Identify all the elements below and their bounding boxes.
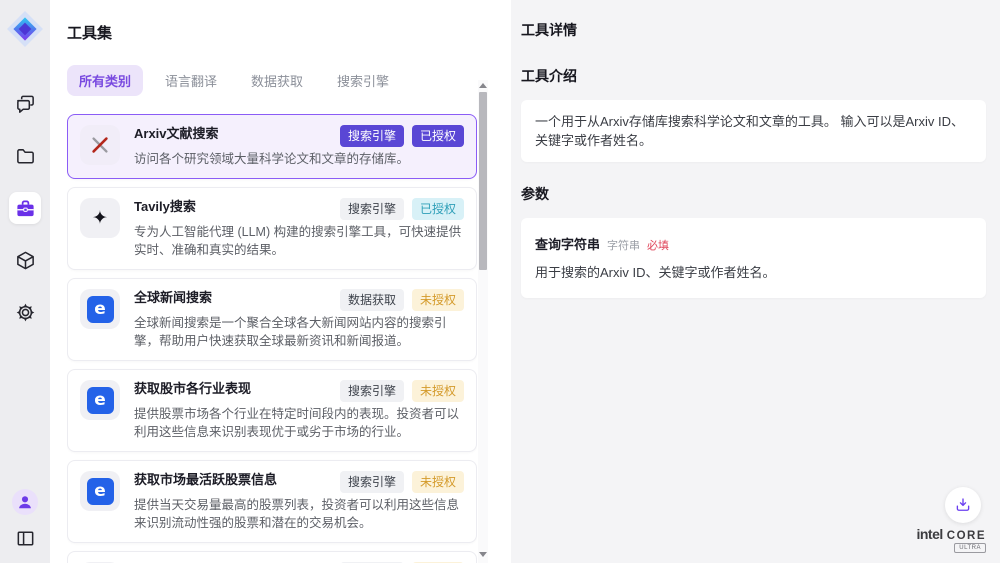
chat-icon[interactable] xyxy=(9,88,41,120)
gear-icon[interactable] xyxy=(9,296,41,328)
tool-card[interactable]: Arxiv文献搜索 搜索引擎已授权访问各个研究领域大量科学论文和文章的存储库。 xyxy=(67,114,477,179)
tool-description: 访问各个研究领域大量科学论文和文章的存储库。 xyxy=(134,150,464,168)
tool-icon-tile: e xyxy=(80,380,120,420)
brand-ultra-badge: Ultra xyxy=(954,543,986,553)
param-type: 字符串 xyxy=(607,237,640,253)
param-description: 用于搜索的Arxiv ID、关键字或作者姓名。 xyxy=(535,263,972,282)
intro-heading: 工具介绍 xyxy=(521,66,986,86)
diamond-logo-icon[interactable] xyxy=(6,10,44,48)
cube-icon[interactable] xyxy=(9,244,41,276)
tool-title: 全球新闻搜索 xyxy=(134,289,212,307)
tool-icon-tile: ✦ xyxy=(80,198,120,238)
category-tabs: 所有类别语言翻译数据获取搜索引擎 xyxy=(67,65,503,96)
scrollbar-thumb[interactable] xyxy=(479,92,487,270)
params-heading: 参数 xyxy=(521,184,986,204)
page-title: 工具集 xyxy=(67,22,503,43)
tool-card[interactable]: e 获取市场最活跃股票信息 搜索引擎未授权提供当天交易量最高的股票列表，投资者可以利… xyxy=(67,460,477,543)
tool-title: 获取市场最活跃股票信息 xyxy=(134,471,277,489)
tool-card[interactable]: 万维地区新闻查询搜索引擎未授权查询具体行政区划内的新闻，快速了解各地新闻动 xyxy=(67,551,477,563)
category-badge: 搜索引擎 xyxy=(340,380,404,402)
app-window: 工具集 所有类别语言翻译数据获取搜索引擎 Arxiv文献搜索搜索引擎已授权访问各… xyxy=(0,0,1000,563)
news-e-icon: e xyxy=(87,387,114,414)
toolset-panel: 工具集 所有类别语言翻译数据获取搜索引擎 Arxiv文献搜索搜索引擎已授权访问各… xyxy=(50,0,503,563)
brand-core-text: core xyxy=(947,530,986,542)
left-icon-rail xyxy=(0,0,50,563)
auth-status-badge: 未授权 xyxy=(412,380,464,402)
param-required-badge: 必填 xyxy=(647,237,669,253)
news-e-icon: e xyxy=(87,478,114,505)
auth-status-badge: 已授权 xyxy=(412,125,464,147)
category-badge: 搜索引擎 xyxy=(340,471,404,493)
tool-card-list: Arxiv文献搜索搜索引擎已授权访问各个研究领域大量科学论文和文章的存储库。✦T… xyxy=(67,114,477,563)
brand-intel-text: intel xyxy=(916,526,942,542)
tool-detail-panel: 工具详情 工具介绍 一个用于从Arxiv存储库搜索科学论文和文章的工具。 输入可… xyxy=(511,0,1000,563)
news-e-icon: e xyxy=(87,296,114,323)
tool-card[interactable]: ✦ Tavily搜索 搜索引擎已授权专为人工智能代理 (LLM) 构建的搜索引擎工具… xyxy=(67,187,477,270)
tab-搜索引擎[interactable]: 搜索引擎 xyxy=(325,65,401,96)
layout-toggle-icon[interactable] xyxy=(12,525,38,551)
tab-所有类别[interactable]: 所有类别 xyxy=(67,65,143,96)
category-badge: 搜索引擎 xyxy=(340,125,404,147)
tool-description: 提供当天交易量最高的股票列表，投资者可以利用这些信息来识别流动性强的股票和潜在的… xyxy=(134,496,464,532)
tool-title: Tavily搜索 xyxy=(134,198,196,216)
intro-card: 一个用于从Arxiv存储库搜索科学论文和文章的工具。 输入可以是Arxiv ID… xyxy=(521,100,986,162)
rail-bottom xyxy=(12,489,38,551)
tool-description: 专为人工智能代理 (LLM) 构建的搜索引擎工具，可快速提供实时、准确和真实的结… xyxy=(134,223,464,259)
tool-description: 提供股票市场各个行业在特定时间段内的表现。投资者可以利用这些信息来识别表现优于或… xyxy=(134,405,464,441)
param-name: 查询字符串 xyxy=(535,234,600,253)
arxiv-x-icon xyxy=(89,134,111,156)
tab-语言翻译[interactable]: 语言翻译 xyxy=(153,65,229,96)
tab-数据获取[interactable]: 数据获取 xyxy=(239,65,315,96)
rail-nav xyxy=(9,88,41,328)
user-avatar-icon[interactable] xyxy=(12,489,38,515)
auth-status-badge: 已授权 xyxy=(412,198,464,220)
star-icon: ✦ xyxy=(92,209,108,228)
tool-card[interactable]: e 获取股市各行业表现 搜索引擎未授权提供股票市场各个行业在特定时间段内的表现。投资… xyxy=(67,369,477,452)
tool-description: 全球新闻搜索是一个聚合全球各大新闻网站内容的搜索引擎，帮助用户快速获取全球最新资… xyxy=(134,314,464,350)
tool-icon-tile: e xyxy=(80,471,120,511)
list-scrollbar[interactable] xyxy=(478,80,488,563)
scrollbar-down-arrow[interactable] xyxy=(479,552,487,557)
scrollbar-up-arrow[interactable] xyxy=(479,83,487,88)
tool-title: 获取股市各行业表现 xyxy=(134,380,251,398)
download-button[interactable] xyxy=(945,487,981,523)
category-badge: 搜索引擎 xyxy=(340,198,404,220)
tool-card[interactable]: e 全球新闻搜索 数据获取未授权全球新闻搜索是一个聚合全球各大新闻网站内容的搜索引擎… xyxy=(67,278,477,361)
category-badge: 数据获取 xyxy=(340,289,404,311)
tool-icon-tile: e xyxy=(80,289,120,329)
auth-status-badge: 未授权 xyxy=(412,289,464,311)
intel-core-logo: intel core Ultra xyxy=(916,526,986,553)
tool-icon-tile xyxy=(80,125,120,165)
toolbox-icon[interactable] xyxy=(9,192,41,224)
detail-title: 工具详情 xyxy=(521,20,986,40)
parameter-card: 查询字符串 字符串 必填 用于搜索的Arxiv ID、关键字或作者姓名。 xyxy=(521,218,986,298)
folder-icon[interactable] xyxy=(9,140,41,172)
auth-status-badge: 未授权 xyxy=(412,471,464,493)
intro-text: 一个用于从Arxiv存储库搜索科学论文和文章的工具。 输入可以是Arxiv ID… xyxy=(535,112,972,150)
download-icon xyxy=(954,496,972,514)
tool-title: Arxiv文献搜索 xyxy=(134,125,219,143)
